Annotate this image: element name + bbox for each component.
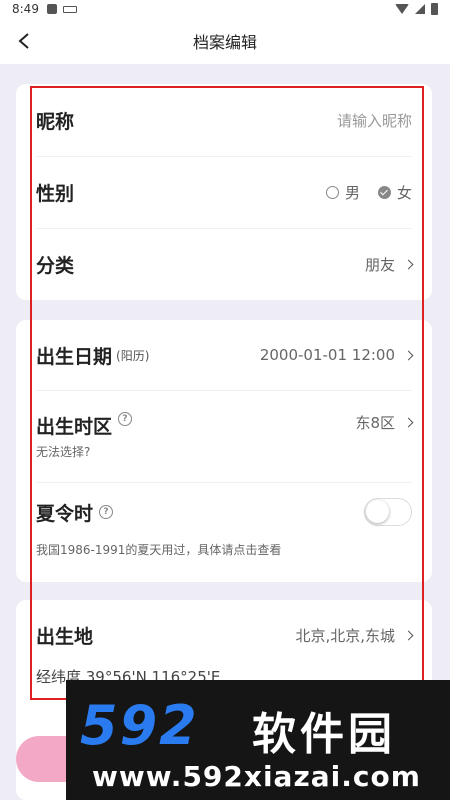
category-label: 分类 (36, 254, 75, 277)
timezone-value: 东8区 (355, 414, 395, 432)
notification-icon (46, 4, 57, 14)
timezone-hint[interactable]: 无法选择? (36, 443, 90, 460)
status-bar: 8:49 (0, 0, 450, 18)
chevron-right-icon (403, 630, 414, 640)
radio-checked-icon (377, 185, 391, 199)
gender-label: 性别 (36, 182, 75, 205)
nickname-label: 昵称 (36, 110, 75, 133)
chevron-right-icon (403, 350, 414, 360)
birth-date-value: 2000-01-01 12:00 (259, 346, 395, 364)
wifi-icon (395, 4, 409, 14)
birth-place-label: 出生地 (36, 625, 94, 648)
back-arrow-icon (18, 33, 29, 49)
chevron-right-icon (403, 259, 414, 269)
category-value: 朋友 (364, 255, 395, 274)
watermark-logo: 592 (80, 694, 199, 757)
birth-date-row[interactable]: 出生日期 (阳历) 2000-01-01 12:00 (16, 320, 432, 390)
watermark-text: 软件园 (252, 709, 396, 760)
gender-row: 性别 男 女 (16, 156, 432, 228)
watermark: 592 软件园 www.592xiazai.com (66, 680, 450, 800)
dst-row: 夏令时 ? (16, 482, 432, 542)
nickname-input[interactable]: 请输入昵称 (337, 110, 412, 131)
battery-icon (431, 3, 438, 15)
nickname-row[interactable]: 昵称 请输入昵称 (16, 84, 432, 156)
birth-date-label: 出生日期 (36, 345, 113, 368)
dst-toggle[interactable] (364, 498, 412, 526)
gender-option-male[interactable]: 男 (325, 182, 360, 203)
timezone-label: 出生时区 (36, 416, 113, 438)
help-icon[interactable]: ? (99, 505, 114, 519)
signal-icon (415, 4, 425, 14)
keyboard-icon (62, 5, 77, 13)
watermark-url: www.592xiazai.com (92, 760, 421, 793)
profile-card: 昵称 请输入昵称 性别 男 女 分类 朋友 (16, 84, 432, 300)
status-time: 8:49 (12, 2, 39, 16)
gender-female-label: 女 (396, 183, 412, 202)
page-title: 档案编辑 (192, 33, 257, 52)
help-icon[interactable]: ? (118, 412, 133, 426)
nav-bar: 档案编辑 (0, 18, 450, 64)
category-row[interactable]: 分类 朋友 (16, 228, 432, 300)
birth-card: 出生日期 (阳历) 2000-01-01 12:00 出生时区 ? 东8区 无法… (16, 320, 432, 582)
gender-option-female[interactable]: 女 (377, 182, 412, 203)
calendar-type-tag: (阳历) (116, 348, 150, 363)
dst-label: 夏令时 (36, 502, 94, 525)
birth-place-row[interactable]: 出生地 北京,北京,东城 (16, 600, 432, 670)
birth-place-value: 北京,北京,东城 (295, 626, 395, 645)
gender-male-label: 男 (344, 183, 360, 202)
radio-off-icon (325, 185, 339, 199)
dst-hint[interactable]: 我国1986-1991的夏天用过，具体请点击查看 (36, 541, 281, 558)
toggle-knob (366, 500, 389, 523)
back-button[interactable] (10, 27, 38, 55)
chevron-right-icon (403, 417, 414, 428)
